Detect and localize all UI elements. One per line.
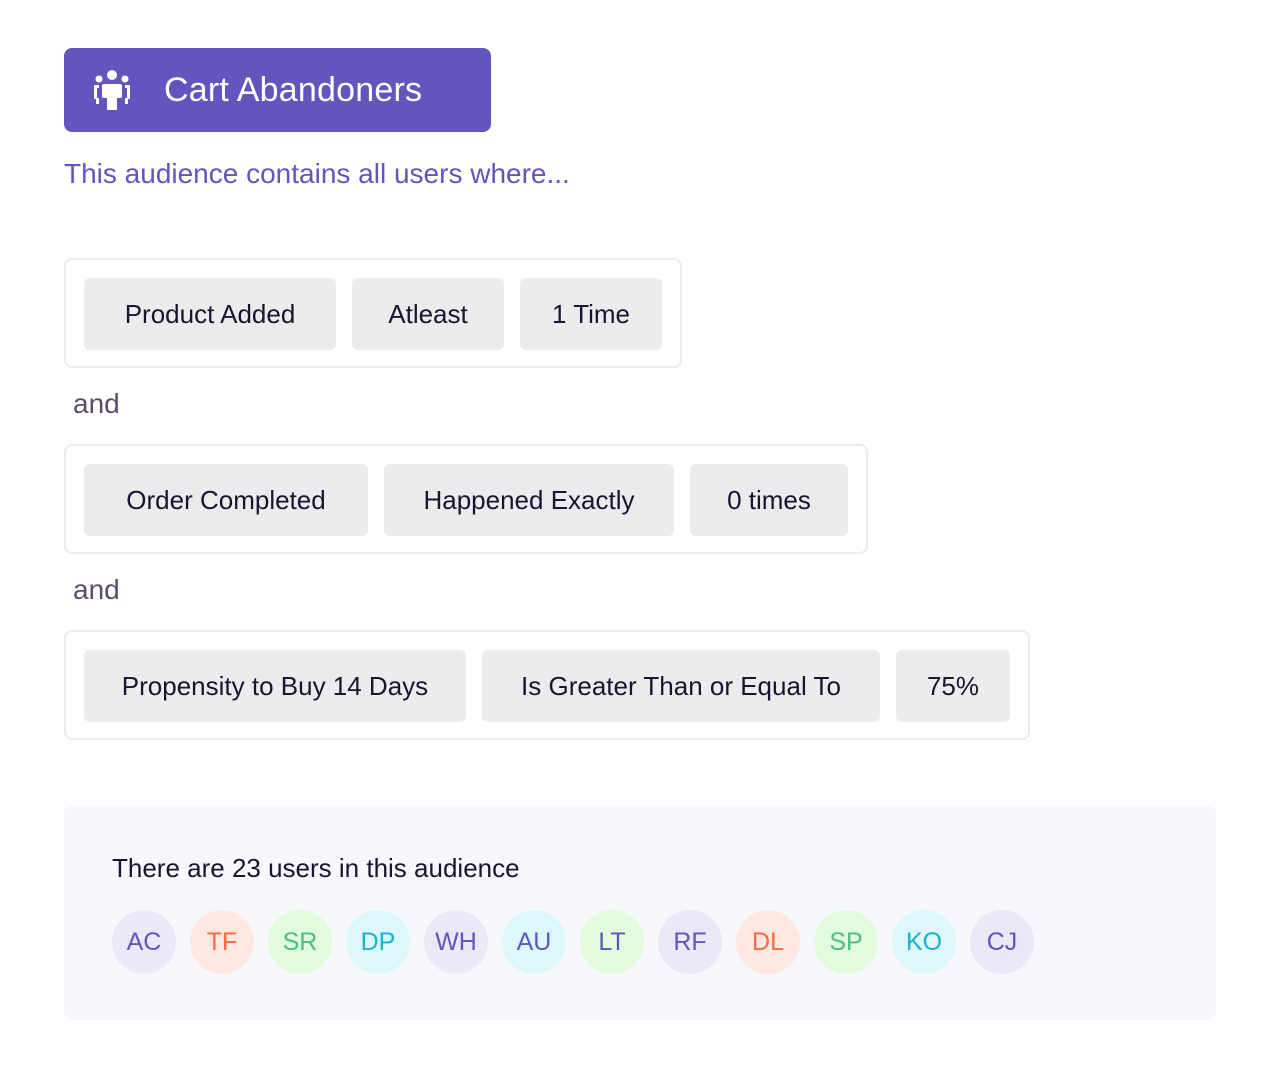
avatar[interactable]: AU (502, 910, 566, 974)
audience-title-badge: Cart Abandoners (64, 48, 491, 132)
avatar[interactable]: SR (268, 910, 332, 974)
avatar[interactable]: DL (736, 910, 800, 974)
audience-count-text: There are 23 users in this audience (112, 853, 520, 883)
event-chip[interactable]: Order Completed (84, 464, 368, 536)
value-chip[interactable]: 1 Time (520, 278, 662, 350)
property-chip[interactable]: Propensity to Buy 14 Days (84, 650, 466, 722)
rule-row: Order Completed Happened Exactly 0 times (64, 444, 868, 554)
avatar[interactable]: SP (814, 910, 878, 974)
avatar-list: AC TF SR DP WH AU LT RF DL SP KO CJ (112, 910, 1034, 974)
audience-title: Cart Abandoners (164, 71, 423, 109)
avatar[interactable]: AC (112, 910, 176, 974)
avatar[interactable]: KO (892, 910, 956, 974)
operator-chip[interactable]: Is Greater Than or Equal To (482, 650, 880, 722)
avatar[interactable]: LT (580, 910, 644, 974)
avatar[interactable]: WH (424, 910, 488, 974)
avatar[interactable]: DP (346, 910, 410, 974)
value-chip[interactable]: 75% (896, 650, 1010, 722)
rule-row: Product Added Atleast 1 Time (64, 258, 682, 368)
group-icon (94, 70, 130, 110)
event-chip[interactable]: Product Added (84, 278, 336, 350)
avatar[interactable]: TF (190, 910, 254, 974)
value-chip[interactable]: 0 times (690, 464, 848, 536)
operator-chip[interactable]: Happened Exactly (384, 464, 674, 536)
audience-description: This audience contains all users where..… (64, 158, 570, 189)
and-connector: and (73, 574, 120, 605)
and-connector: and (73, 388, 120, 419)
operator-chip[interactable]: Atleast (352, 278, 504, 350)
avatar[interactable]: RF (658, 910, 722, 974)
rule-row: Propensity to Buy 14 Days Is Greater Tha… (64, 630, 1030, 740)
audience-summary-panel: There are 23 users in this audience AC TF… (64, 806, 1216, 1020)
avatar[interactable]: CJ (970, 910, 1034, 974)
